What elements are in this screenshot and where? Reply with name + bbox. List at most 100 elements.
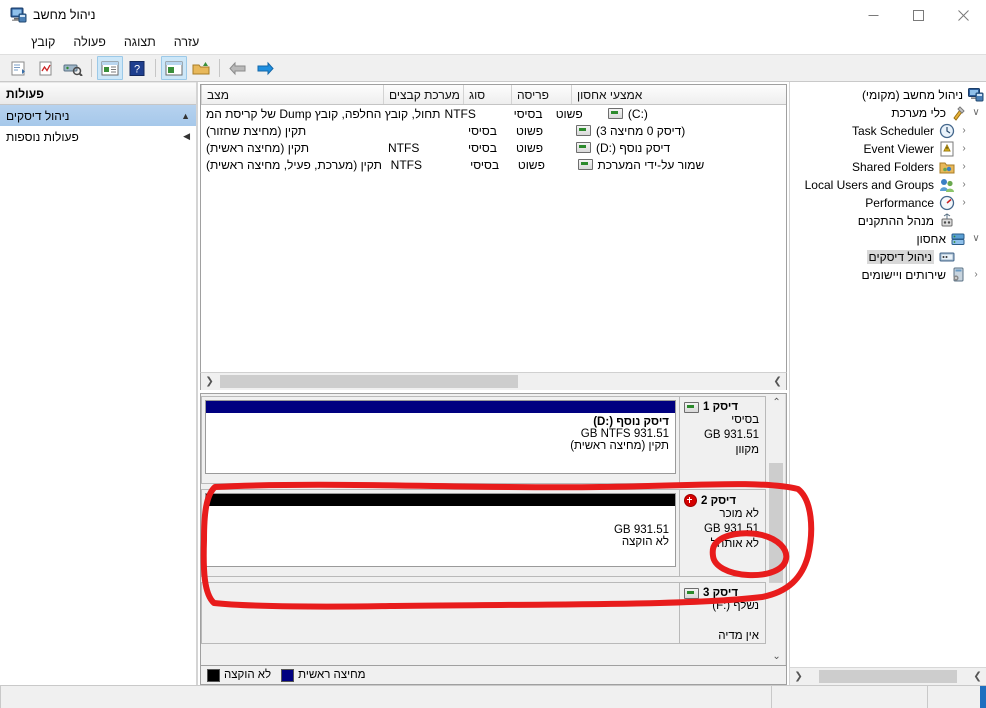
scroll-right-arrow-icon[interactable]: ❯ bbox=[769, 374, 786, 389]
volume-color-bar bbox=[206, 494, 675, 506]
tree-horizontal-scrollbar[interactable]: ❯ ❮ bbox=[790, 667, 986, 685]
refresh-icon[interactable] bbox=[33, 56, 59, 80]
performance-icon bbox=[939, 195, 955, 211]
up-one-level-icon[interactable] bbox=[188, 56, 214, 80]
disk-type: לא מוכר bbox=[719, 508, 759, 520]
tree-item-performance[interactable]: ‹ Performance bbox=[790, 194, 986, 212]
toolbar-separator bbox=[219, 59, 220, 77]
disk-volume-box[interactable]: דיסק נוסף (:D) 931.51 GB NTFS תקין (מחיצ… bbox=[205, 400, 676, 474]
disk-name: דיסק 1 bbox=[703, 401, 739, 413]
column-type[interactable]: סוג bbox=[463, 85, 511, 104]
scroll-up-arrow-icon[interactable]: ⌃ bbox=[768, 394, 785, 411]
svg-text:?: ? bbox=[134, 63, 140, 75]
disk-pane-vertical-scrollbar[interactable]: ⌃ ⌄ bbox=[768, 394, 786, 665]
users-groups-icon bbox=[939, 177, 955, 193]
disk-row[interactable]: דיסק 3 נשלף (:F) אין מדיה bbox=[201, 582, 766, 644]
status-segment-2 bbox=[771, 686, 927, 708]
table-row[interactable]: דיסק נוסף (:D) פשוט בסיסי NTFS תקין (מחי… bbox=[201, 139, 786, 156]
chevron-down-icon[interactable]: ∨ bbox=[970, 234, 982, 244]
tree-item-label: אחסון bbox=[916, 232, 946, 246]
chevron-left-icon[interactable]: ‹ bbox=[958, 126, 970, 136]
close-icon[interactable] bbox=[941, 0, 986, 30]
disk-icon bbox=[684, 587, 699, 599]
menu-action[interactable]: פעולה bbox=[64, 33, 114, 51]
action-more-actions[interactable]: ◀ פעולות נוספות bbox=[0, 126, 196, 147]
scroll-left-arrow-icon[interactable]: ❮ bbox=[790, 669, 807, 684]
column-file-system[interactable]: מערכת קבצים bbox=[383, 85, 463, 104]
tree-item-local-users-and-groups[interactable]: ‹ Local Users and Groups bbox=[790, 176, 986, 194]
disk-volume-box[interactable]: 931.51 GB לא הוקצה bbox=[205, 493, 676, 567]
chevron-left-icon[interactable]: ◀ bbox=[183, 131, 190, 142]
disk-management-content: אמצעי אחסון פריסה סוג מערכת קבצים מצב (:… bbox=[197, 82, 789, 685]
disk-row[interactable]: דיסק 2 לא מוכר 931.51 GB לא אותחל 931.51… bbox=[201, 489, 766, 577]
tree-item-event-viewer[interactable]: ‹ Event Viewer bbox=[790, 140, 986, 158]
tree-item-storage[interactable]: ∨ אחסון bbox=[790, 230, 986, 248]
volume-name: דיסק נוסף (:D) bbox=[596, 140, 671, 155]
column-status[interactable]: מצב bbox=[201, 85, 383, 104]
title-bar: ניהול מחשב bbox=[0, 0, 986, 30]
menu-help[interactable]: עזרה bbox=[165, 33, 209, 51]
tree-item-label: Local Users and Groups bbox=[804, 178, 934, 192]
export-list-icon[interactable] bbox=[6, 56, 32, 80]
forward-icon[interactable] bbox=[252, 56, 278, 80]
legend-primary-partition: מחיצה ראשית bbox=[281, 668, 366, 682]
tree-item-shared-folders[interactable]: ‹ Shared Folders bbox=[790, 158, 986, 176]
main-body: ניהול מחשב (מקומי) ∨ כלי מערכת ‹ Task Sc… bbox=[0, 82, 986, 685]
scroll-thumb[interactable] bbox=[819, 670, 957, 683]
show-hide-action-pane-icon[interactable] bbox=[161, 56, 187, 80]
minimize-icon[interactable] bbox=[851, 0, 896, 30]
tree-item-device-manager[interactable]: מנהל ההתקנים bbox=[790, 212, 986, 230]
scroll-right-arrow-icon[interactable]: ❯ bbox=[969, 669, 986, 684]
scroll-thumb[interactable] bbox=[769, 463, 783, 583]
rescan-disks-icon[interactable] bbox=[60, 56, 86, 80]
chevron-left-icon[interactable]: ‹ bbox=[970, 270, 982, 280]
tree-item-label: כלי מערכת bbox=[891, 106, 946, 120]
disk-rows: דיסק 1 בסיסי 931.51 GB מקוון דיסק נוסף (… bbox=[201, 394, 768, 665]
chevron-left-icon[interactable]: ‹ bbox=[958, 198, 970, 208]
volume-type: בסיסי bbox=[513, 106, 543, 121]
disk-capacity: 931.51 GB bbox=[703, 523, 759, 535]
chevron-left-icon[interactable]: ‹ bbox=[958, 144, 970, 154]
help-icon[interactable]: ? bbox=[124, 56, 150, 80]
tree-item-task-scheduler[interactable]: ‹ Task Scheduler bbox=[790, 122, 986, 140]
tree-item-services-and-applications[interactable]: ‹ שירותים ויישומים bbox=[790, 266, 986, 284]
chevron-left-icon[interactable]: ‹ bbox=[958, 162, 970, 172]
table-row[interactable]: שמור על-ידי המערכת פשוט בסיסי NTFS תקין … bbox=[201, 156, 786, 173]
services-applications-icon bbox=[951, 267, 967, 283]
scroll-track[interactable] bbox=[768, 411, 785, 648]
menu-file[interactable]: קובץ bbox=[22, 33, 64, 51]
action-disk-management[interactable]: ▲ ניהול דיסקים bbox=[0, 105, 196, 126]
tree-item-system-tools[interactable]: ∨ כלי מערכת bbox=[790, 104, 986, 122]
volume-file-system: NTFS bbox=[388, 140, 420, 155]
scroll-left-arrow-icon[interactable]: ❮ bbox=[201, 374, 218, 389]
system-tools-icon bbox=[951, 105, 967, 121]
properties-icon[interactable] bbox=[97, 56, 123, 80]
disk-row[interactable]: דיסק 1 בסיסי 931.51 GB מקוון דיסק נוסף (… bbox=[201, 396, 766, 484]
disk-type: בסיסי bbox=[731, 414, 759, 426]
volume-text: דיסק נוסף (:D) 931.51 GB NTFS תקין (מחיצ… bbox=[206, 413, 675, 458]
scroll-track[interactable] bbox=[807, 669, 969, 684]
menu-view[interactable]: תצוגה bbox=[115, 33, 165, 51]
column-volume[interactable]: אמצעי אחסון bbox=[571, 85, 786, 104]
scroll-down-arrow-icon[interactable]: ⌄ bbox=[768, 648, 785, 665]
tree-item-computer-management[interactable]: ניהול מחשב (מקומי) bbox=[790, 86, 986, 104]
column-layout[interactable]: פריסה bbox=[511, 85, 571, 104]
back-icon[interactable] bbox=[225, 56, 251, 80]
tree-item-label: ניהול מחשב (מקומי) bbox=[861, 88, 963, 102]
disk-status: מקוון bbox=[735, 444, 759, 456]
status-bar-grip bbox=[980, 686, 986, 708]
menu-bar: עזרה תצוגה פעולה קובץ bbox=[0, 30, 986, 54]
table-row[interactable]: (דיסק 0 מחיצה 3) פשוט בסיסי תקין (מחיצת … bbox=[201, 122, 786, 139]
scroll-track[interactable] bbox=[218, 374, 769, 389]
chevron-down-icon[interactable]: ∨ bbox=[970, 108, 982, 118]
legend-label: מחיצה ראשית bbox=[298, 669, 366, 681]
maximize-icon[interactable] bbox=[896, 0, 941, 30]
disk-icon bbox=[684, 401, 699, 413]
volume-list-horizontal-scrollbar[interactable]: ❯ ❮ bbox=[200, 372, 787, 390]
table-row[interactable]: (:C) פשוט בסיסי NTFS תקין (אתחול, קובץ ה… bbox=[201, 105, 786, 122]
chevron-left-icon[interactable]: ‹ bbox=[958, 180, 970, 190]
chevron-up-icon[interactable]: ▲ bbox=[181, 111, 190, 121]
scroll-thumb[interactable] bbox=[220, 375, 518, 388]
tree-item-label: Task Scheduler bbox=[851, 124, 934, 138]
tree-item-disk-management[interactable]: ניהול דיסקים bbox=[790, 248, 986, 266]
